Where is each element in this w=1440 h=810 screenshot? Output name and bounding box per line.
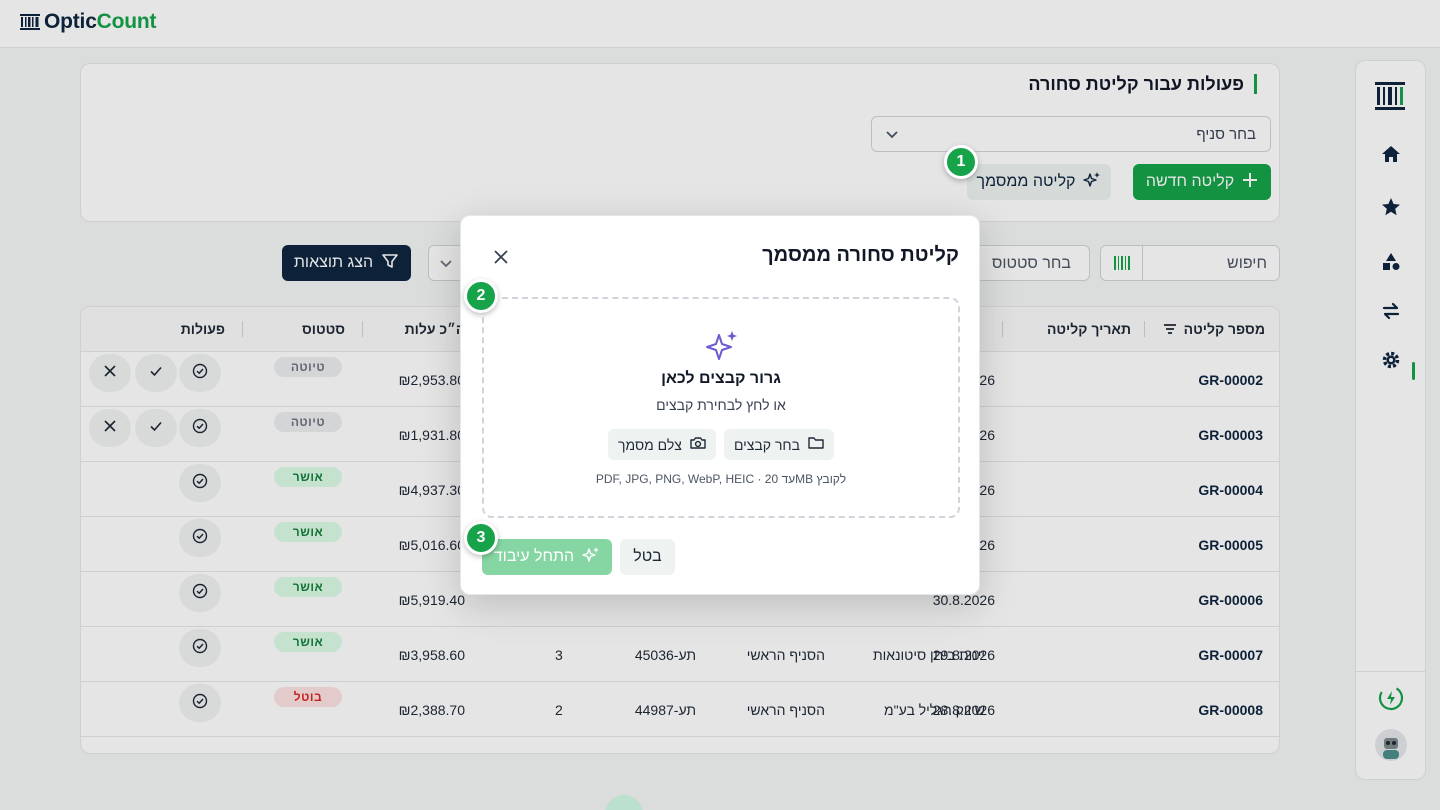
document-receipt-modal: קליטת סחורה ממסמך גרור קבצים לכאן או לחץ… <box>460 215 980 595</box>
sparkles-icon <box>582 546 600 569</box>
cancel-button[interactable]: בטל <box>620 539 675 575</box>
start-processing-label: התחל עיבוד <box>493 548 575 565</box>
modal-title: קליטת סחורה ממסמך <box>762 244 959 266</box>
folder-icon <box>808 436 824 453</box>
file-types-hint: PDF, JPG, PNG, WebP, HEIC · עד 20MB לקוב… <box>595 472 847 486</box>
step-marker: 1 <box>944 145 978 179</box>
sparkles-icon <box>705 330 739 367</box>
camera-icon <box>690 436 706 453</box>
file-dropzone[interactable]: גרור קבצים לכאן או לחץ לבחירת קבצים בחר … <box>482 297 960 518</box>
dropzone-title: גרור קבצים לכאן <box>661 370 781 387</box>
step-marker: 3 <box>464 521 498 555</box>
choose-files-label: בחר קבצים <box>733 436 801 453</box>
close-icon[interactable] <box>491 247 511 267</box>
step-marker: 2 <box>464 279 498 313</box>
start-processing-button[interactable]: התחל עיבוד <box>482 539 612 575</box>
scan-document-label: צלם מסמך <box>618 436 682 453</box>
choose-files-button[interactable]: בחר קבצים <box>724 429 834 460</box>
dropzone-subtitle: או לחץ לבחירת קבצים <box>656 397 786 413</box>
scan-document-button[interactable]: צלם מסמך <box>608 429 716 460</box>
